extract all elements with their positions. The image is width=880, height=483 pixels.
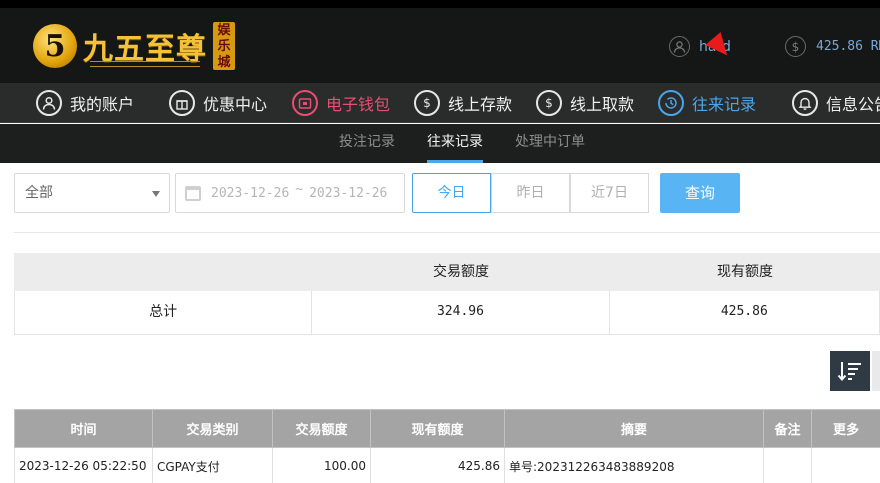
nav-item-label: 往来记录 — [692, 95, 757, 114]
col-header-summary[interactable]: 摘要 — [504, 409, 764, 448]
nav-item-deposit[interactable]: $ 线上存款 — [414, 83, 512, 123]
cell-time: 2023-12-26 05:22:50 — [14, 447, 153, 483]
wallet-icon — [292, 90, 318, 116]
balance-value: 425.86 RMB — [816, 39, 880, 54]
nav-item-label: 线上存款 — [448, 95, 513, 114]
nav-item-promotions[interactable]: 优惠中心 — [169, 83, 267, 123]
top-header: 5 九五至尊 娱乐城 — [0, 0, 880, 83]
cell-note — [763, 447, 812, 483]
col-header-note[interactable]: 备注 — [763, 409, 812, 448]
sort-button[interactable] — [830, 351, 870, 391]
col-header-more[interactable]: 更多 — [811, 409, 880, 448]
summary-header: 交易额度 现有额度 — [14, 253, 880, 291]
logo-tag: 娱乐城 — [213, 22, 235, 70]
range-7days-button[interactable]: 近7日 — [570, 173, 649, 213]
table-row: 2023-12-26 05:22:50 CGPAY支付 100.00 425.8… — [14, 447, 880, 483]
nav-item-wallet[interactable]: 电子钱包 — [292, 83, 390, 123]
type-select-value: 全部 — [25, 185, 53, 201]
secondary-sort-button[interactable] — [872, 351, 880, 391]
tab-transaction-records[interactable]: 往来记录 — [427, 124, 483, 163]
logo-decoration — [90, 61, 200, 67]
col-header-balance[interactable]: 现有额度 — [370, 409, 505, 448]
summary-header-blank — [14, 253, 312, 291]
nav-item-label: 线上取款 — [570, 95, 635, 114]
summary-total-label: 总计 — [15, 291, 313, 334]
sub-nav: 投注记录 往来记录 处理中订单 — [0, 124, 880, 163]
col-header-type[interactable]: 交易类别 — [152, 409, 273, 448]
summary-current-amount: 425.86 — [720, 304, 768, 319]
bell-icon — [792, 90, 818, 116]
date-to: 2023-12-26 — [309, 185, 388, 201]
nav-item-label: 我的账户 — [70, 95, 135, 114]
records-table: 时间 交易类别 交易额度 现有额度 摘要 备注 更多 2023-12-26 05… — [14, 409, 880, 483]
nav-item-withdraw[interactable]: $ 线上取款 — [536, 83, 634, 123]
type-select[interactable]: 全部 — [14, 173, 170, 213]
nav-item-label: 信息公告 — [826, 95, 880, 114]
summary-header-current: 现有额度 — [717, 264, 773, 280]
balance-display: $ 425.86 RMB — [785, 36, 880, 57]
col-header-time[interactable]: 时间 — [14, 409, 153, 448]
deposit-icon: $ — [414, 90, 440, 116]
summary-header-trade: 交易额度 — [433, 264, 489, 280]
nav-item-label: 优惠中心 — [203, 95, 268, 114]
gift-icon — [169, 90, 195, 116]
date-range-input[interactable]: 2023-12-26 ~ 2023-12-26 — [175, 173, 405, 213]
date-from: 2023-12-26 — [211, 185, 290, 201]
caret-down-icon — [152, 191, 160, 197]
cell-type: CGPAY支付 — [152, 447, 273, 483]
cell-more[interactable] — [811, 447, 880, 483]
summary-table: 交易额度 现有额度 总计 324.96 425.86 — [14, 253, 880, 335]
withdraw-icon: $ — [536, 90, 562, 116]
cell-balance: 425.86 — [370, 447, 505, 483]
calendar-icon — [185, 185, 201, 201]
divider — [14, 232, 880, 233]
records-icon — [658, 90, 684, 116]
nav-item-announcements[interactable]: 信息公告 — [792, 83, 880, 123]
user-icon — [669, 36, 690, 57]
user-icon — [36, 90, 62, 116]
summary-trade-amount: 324.96 — [312, 291, 610, 334]
table-header-row: 时间 交易类别 交易额度 现有额度 摘要 备注 更多 — [14, 409, 880, 448]
col-header-amount[interactable]: 交易额度 — [272, 409, 371, 448]
dollar-icon: $ — [785, 36, 806, 57]
range-yesterday-button[interactable]: 昨日 — [491, 173, 570, 213]
nav-item-label: 电子钱包 — [326, 95, 391, 114]
date-separator: ~ — [295, 181, 304, 197]
tab-bet-records[interactable]: 投注记录 — [339, 124, 395, 163]
cell-amount: 100.00 — [272, 447, 371, 483]
logo-badge: 5 — [33, 24, 77, 68]
summary-row: 总计 324.96 425.86 — [14, 291, 880, 335]
nav-item-records[interactable]: 往来记录 — [658, 83, 756, 123]
range-today-button[interactable]: 今日 — [412, 173, 491, 213]
main-nav: 我的账户 优惠中心 电子钱包 $ 线上存款 $ 线上取款 往来记录 信息公告 — [0, 83, 880, 123]
tab-pending-orders[interactable]: 处理中订单 — [515, 124, 585, 163]
query-button[interactable]: 查询 — [660, 173, 740, 213]
sort-icon — [837, 362, 861, 382]
cell-summary: 单号:202312263483889208 — [504, 447, 764, 483]
nav-item-account[interactable]: 我的账户 — [36, 83, 134, 123]
